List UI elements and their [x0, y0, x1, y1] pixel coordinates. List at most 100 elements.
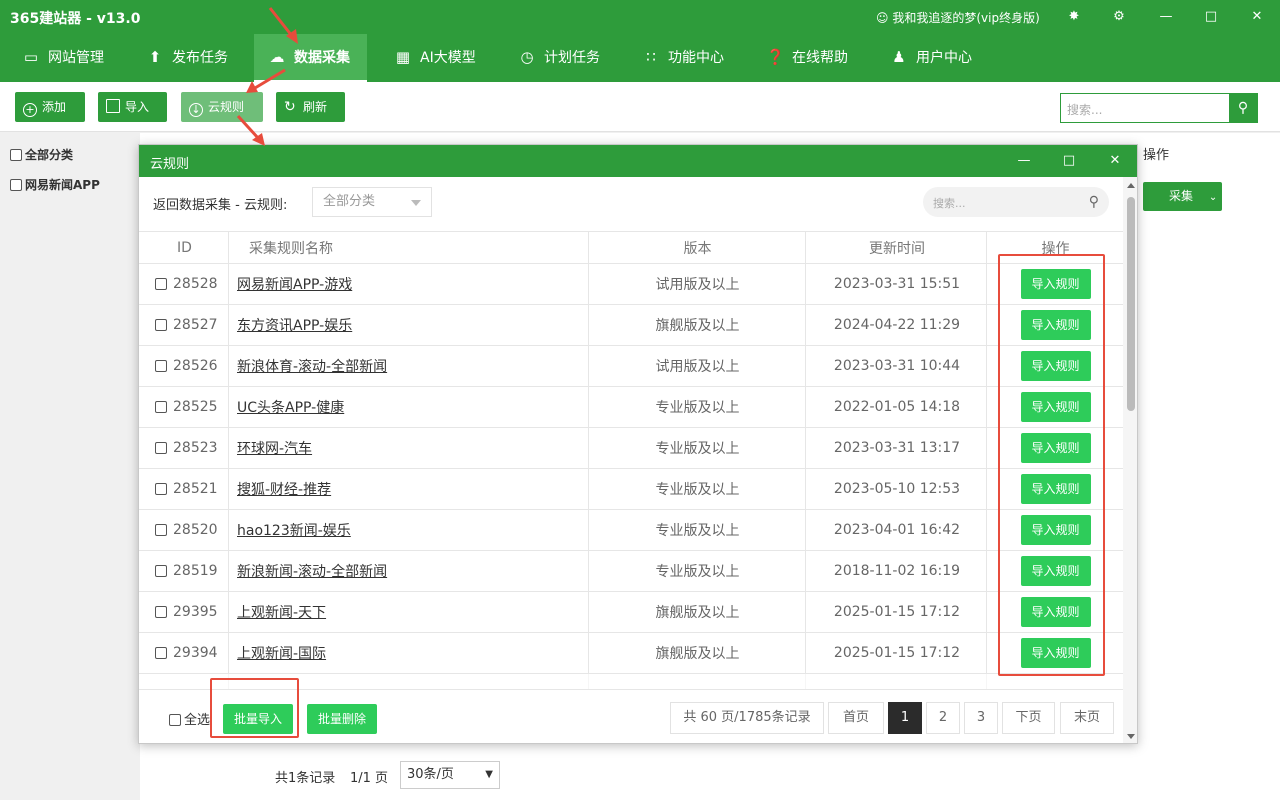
table-row[interactable]: 28527 东方资讯APP-娱乐 旗舰版及以上 2024-04-22 11:29 导入规…	[139, 305, 1123, 346]
cloud-rules-button[interactable]: ↓ 云规则	[181, 92, 263, 122]
toolbar-search[interactable]: 搜索... ⚲	[1060, 93, 1258, 123]
table-row[interactable]: 28526 新浪体育-滚动-全部新闻 试用版及以上 2023-03-31 10:44 导…	[139, 346, 1123, 387]
rule-search[interactable]: 搜索... ⚲	[923, 187, 1109, 217]
checkbox[interactable]	[155, 401, 167, 413]
rule-name-link[interactable]: 新浪新闻-滚动-全部新闻	[237, 551, 587, 591]
page-size-select[interactable]: 30条/页 ▼	[400, 761, 500, 789]
dialog-header: 云规则 — □ ✕	[139, 145, 1137, 177]
row-id[interactable]: 29394	[155, 633, 229, 673]
nav-ai-model[interactable]: ▦ AI大模型	[394, 34, 494, 82]
checkbox[interactable]	[155, 606, 167, 618]
minimize-icon[interactable]: —	[1015, 152, 1033, 170]
rule-updated-time: 2022-01-05 14:18	[833, 399, 961, 415]
collect-button[interactable]: 采集 ⌄	[1143, 182, 1222, 211]
search-input[interactable]: 搜索...	[933, 195, 966, 211]
checkbox[interactable]	[155, 483, 167, 495]
checkbox[interactable]	[155, 442, 167, 454]
table-row[interactable]: 28523 环球网-汽车 专业版及以上 2023-03-31 13:17 导入规则	[139, 428, 1123, 469]
checkbox[interactable]	[155, 524, 167, 536]
skin-icon[interactable]: ✸	[1065, 8, 1083, 26]
rule-version: 旗舰版及以上	[655, 646, 740, 662]
category-all[interactable]: 全部分类	[10, 146, 73, 163]
select-all[interactable]: 全选	[169, 709, 210, 728]
row-id[interactable]: 28525	[155, 387, 229, 427]
scrollbar-thumb[interactable]	[1127, 197, 1135, 411]
page-2-button[interactable]: 2	[926, 702, 960, 734]
gear-icon[interactable]: ⚙	[1110, 8, 1128, 26]
table-row[interactable]: 29395 上观新闻-天下 旗舰版及以上 2025-01-15 17:12 导入规则	[139, 592, 1123, 633]
batch-delete-button[interactable]: 批量删除	[307, 704, 377, 734]
row-id[interactable]: 28523	[155, 428, 229, 468]
minimize-icon[interactable]: —	[1157, 8, 1175, 26]
scrollbar[interactable]	[1123, 177, 1137, 743]
first-page-button[interactable]: 首页	[828, 702, 884, 734]
checkbox[interactable]	[169, 714, 181, 726]
checkbox[interactable]	[155, 319, 167, 331]
row-id[interactable]: 28519	[155, 551, 229, 591]
scroll-down-icon[interactable]	[1127, 734, 1135, 739]
row-id[interactable]: 28526	[155, 346, 229, 386]
nav-data-collection[interactable]: ☁ 数据采集	[254, 34, 367, 82]
close-icon[interactable]: ✕	[1248, 8, 1266, 26]
table-row[interactable]: 28528 网易新闻APP-游戏 试用版及以上 2023-03-31 15:51 导入规…	[139, 264, 1123, 305]
category-sidebar: 全部分类 网易新闻APP	[0, 133, 140, 800]
table-row[interactable]: 28520 hao123新闻-娱乐 专业版及以上 2023-04-01 16:42 导入…	[139, 510, 1123, 551]
table-row[interactable]: 29394 上观新闻-国际 旗舰版及以上 2025-01-15 17:12 导入规则	[139, 633, 1123, 674]
title-bar: 365建站器 - v13.0 ☺ 我和我追逐的梦(vip终身版) ✸ ⚙ — □…	[0, 0, 1280, 34]
table-row[interactable]: 28519 新浪新闻-滚动-全部新闻 专业版及以上 2018-11-02 16:19 导…	[139, 551, 1123, 592]
rule-name-link[interactable]: 新浪体育-滚动-全部新闻	[237, 346, 587, 386]
nav-site-management[interactable]: ▭ 网站管理	[22, 34, 127, 82]
checkbox[interactable]	[155, 565, 167, 577]
close-icon[interactable]: ✕	[1106, 152, 1124, 170]
table-row[interactable]: 28521 搜狐-财经-推荐 专业版及以上 2023-05-10 12:53 导入规则	[139, 469, 1123, 510]
add-button[interactable]: + 添加	[15, 92, 85, 122]
category-netease-news[interactable]: 网易新闻APP	[10, 176, 100, 193]
checkbox[interactable]	[10, 149, 22, 161]
import-button[interactable]: 导入	[98, 92, 167, 122]
rule-version: 专业版及以上	[655, 400, 740, 416]
nav-publish-task[interactable]: ⬆ 发布任务	[146, 34, 246, 82]
maximize-icon[interactable]: □	[1202, 8, 1220, 26]
checkbox[interactable]	[155, 647, 167, 659]
search-icon[interactable]: ⚲	[1089, 194, 1099, 210]
row-id[interactable]: 28528	[155, 264, 229, 304]
row-id[interactable]: 29395	[155, 592, 229, 632]
refresh-button[interactable]: ↻ 刷新	[276, 92, 345, 122]
search-input[interactable]: 搜索...	[1067, 101, 1102, 118]
rule-version: 旗舰版及以上	[655, 605, 740, 621]
nav-function-center[interactable]: ∷ 功能中心	[642, 34, 742, 82]
app-title: 365建站器 - v13.0	[10, 11, 141, 27]
page-3-button[interactable]: 3	[964, 702, 998, 734]
rule-name-link[interactable]: UC头条APP-健康	[237, 387, 587, 427]
nav-user-center[interactable]: ♟ 用户中心	[890, 34, 990, 82]
nav-online-help[interactable]: ❓ 在线帮助	[766, 34, 866, 82]
rule-updated-time: 2024-04-22 11:29	[833, 317, 961, 333]
checkbox[interactable]	[10, 179, 22, 191]
page-1-button[interactable]: 1	[888, 702, 922, 734]
row-id[interactable]: 28520	[155, 510, 229, 550]
rule-name-link[interactable]: 上观新闻-天下	[237, 592, 587, 632]
rule-name-link[interactable]: 环球网-汽车	[237, 428, 587, 468]
checkbox[interactable]	[155, 360, 167, 372]
rule-name-link[interactable]: 东方资讯APP-娱乐	[237, 305, 587, 345]
category-select[interactable]: 全部分类	[312, 187, 432, 217]
maximize-icon[interactable]: □	[1060, 152, 1078, 170]
back-link[interactable]: 返回数据采集 - 云规则:	[153, 194, 287, 213]
rule-version: 专业版及以上	[655, 482, 740, 498]
rule-name-link[interactable]: 搜狐-财经-推荐	[237, 469, 587, 509]
user-name[interactable]: ☺ 我和我追逐的梦(vip终身版)	[876, 9, 1040, 26]
last-page-button[interactable]: 末页	[1060, 702, 1114, 734]
rule-name-link[interactable]: 上观新闻-国际	[237, 633, 587, 673]
scroll-up-icon[interactable]	[1127, 183, 1135, 188]
checkbox[interactable]	[155, 278, 167, 290]
user-label: 我和我追逐的梦(vip终身版)	[892, 11, 1040, 25]
row-id[interactable]: 28521	[155, 469, 229, 509]
rule-name-link[interactable]: hao123新闻-娱乐	[237, 510, 587, 550]
row-id[interactable]: 28527	[155, 305, 229, 345]
rule-name-link[interactable]: 网易新闻APP-游戏	[237, 264, 587, 304]
nav-scheduled-task[interactable]: ◷ 计划任务	[518, 34, 618, 82]
cloud-download-icon: ☁	[269, 48, 285, 66]
table-row[interactable]: 28525 UC头条APP-健康 专业版及以上 2022-01-05 14:18 导入规…	[139, 387, 1123, 428]
next-page-button[interactable]: 下页	[1002, 702, 1055, 734]
search-icon[interactable]: ⚲	[1229, 94, 1257, 122]
